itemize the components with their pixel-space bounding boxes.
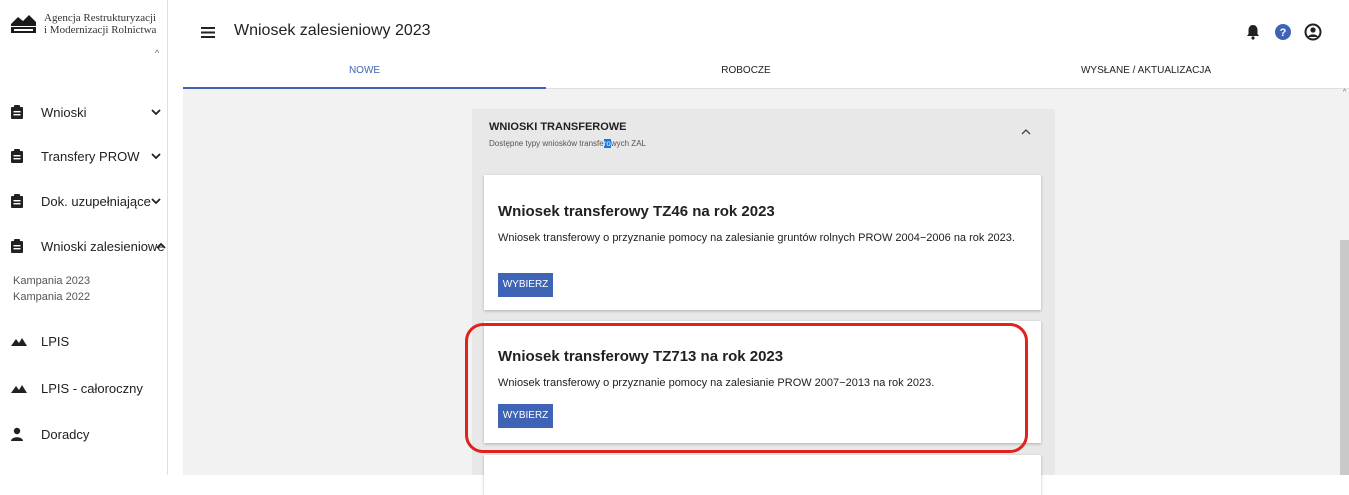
panel-subtitle-end: wych ZAL xyxy=(610,139,646,148)
logo-line-1: Agencja Restrukturyzacji xyxy=(44,12,157,24)
chevron-down-icon xyxy=(151,198,161,205)
logo-text: Agencja Restrukturyzacji i Modernizacji … xyxy=(44,12,156,36)
tab-nowe[interactable]: NOWE xyxy=(183,61,546,89)
sidebar-subitem-kampania-2022[interactable]: Kampania 2022 xyxy=(13,291,90,303)
panel-title: WNIOSKI TRANSFEROWE xyxy=(489,121,627,133)
panel-subtitle: Dostępne typy wniosków transferowych ZAL xyxy=(489,139,646,148)
clipboard-icon xyxy=(11,105,23,119)
chevron-up-icon xyxy=(156,242,166,249)
svg-text:?: ? xyxy=(1280,27,1287,39)
sidebar-item-label: LPIS xyxy=(41,333,70,349)
sidebar-scroll-up-arrow[interactable]: ^ xyxy=(150,48,164,58)
scroll-up-arrow[interactable]: ^ xyxy=(1340,89,1349,97)
application-card-tz46: Wniosek transferowy TZ46 na rok 2023 Wni… xyxy=(484,175,1041,310)
sidebar-item-transfery-prow[interactable]: Transfery PROW xyxy=(0,145,168,167)
chevron-up-icon[interactable] xyxy=(1020,127,1032,137)
page-title: Wniosek zalesieniowy 2023 xyxy=(234,22,431,39)
application-card-partial xyxy=(484,455,1041,495)
sidebar-subitem-kampania-2023[interactable]: Kampania 2023 xyxy=(13,275,90,287)
hamburger-menu-icon[interactable] xyxy=(201,27,215,38)
top-app-bar: Wniosek zalesieniowy 2023 ? xyxy=(169,0,1349,60)
clipboard-icon xyxy=(11,149,23,163)
sidebar-item-label: Doradcy xyxy=(41,426,90,442)
tab-bar: NOWE ROBOCZE WYSŁANE / AKTUALIZACJA xyxy=(183,61,1349,89)
arimr-logo-icon xyxy=(11,15,36,33)
arimr-logo[interactable]: Agencja Restrukturyzacji i Modernizacji … xyxy=(10,12,160,42)
panel-subtitle-start: Dostępne typy wniosków transfe xyxy=(489,139,604,148)
tab-wyslane-aktualizacja[interactable]: WYSŁANE / AKTUALIZACJA xyxy=(946,61,1346,89)
sidebar: Agencja Restrukturyzacji i Modernizacji … xyxy=(0,0,168,475)
person-icon xyxy=(11,427,23,441)
panel-subtitle-selection: ro xyxy=(603,139,611,148)
sidebar-item-doradcy[interactable]: Doradcy xyxy=(0,423,168,445)
card-title: Wniosek transferowy TZ46 na rok 2023 xyxy=(498,203,775,220)
sidebar-item-wnioski[interactable]: Wnioski xyxy=(0,101,168,123)
highlight-annotation-ring xyxy=(465,323,1028,453)
content-scrollbar-thumb[interactable] xyxy=(1340,240,1349,475)
sidebar-item-label: Dok. uzupełniające xyxy=(41,193,151,209)
sidebar-item-label: Transfery PROW xyxy=(41,148,140,164)
sidebar-item-label: Wnioski zalesieniowe xyxy=(41,238,165,254)
chevron-down-icon xyxy=(151,109,161,116)
sidebar-item-lpis[interactable]: LPIS xyxy=(0,330,168,352)
chevron-down-icon xyxy=(151,153,161,160)
terrain-icon xyxy=(11,338,27,346)
bell-icon[interactable] xyxy=(1244,23,1262,41)
clipboard-icon xyxy=(11,194,23,208)
sidebar-item-wnioski-zalesieniowe[interactable]: Wnioski zalesieniowe xyxy=(0,235,168,257)
sidebar-item-dok-uzupelniajace[interactable]: Dok. uzupełniające xyxy=(0,190,168,212)
sidebar-item-lpis-caloroczny[interactable]: LPIS - całoroczny xyxy=(0,377,168,399)
sidebar-item-label: Wnioski xyxy=(41,104,87,120)
tab-robocze[interactable]: ROBOCZE xyxy=(546,61,946,89)
wybierz-button[interactable]: WYBIERZ xyxy=(498,273,553,297)
sidebar-item-label: LPIS - całoroczny xyxy=(41,380,143,396)
logo-line-2: i Modernizacji Rolnictwa xyxy=(44,24,157,36)
help-icon[interactable]: ? xyxy=(1274,23,1292,41)
card-description: Wniosek transferowy o przyznanie pomocy … xyxy=(498,232,1015,244)
terrain-icon xyxy=(11,385,27,393)
clipboard-icon xyxy=(11,239,23,253)
account-icon[interactable] xyxy=(1304,23,1322,41)
